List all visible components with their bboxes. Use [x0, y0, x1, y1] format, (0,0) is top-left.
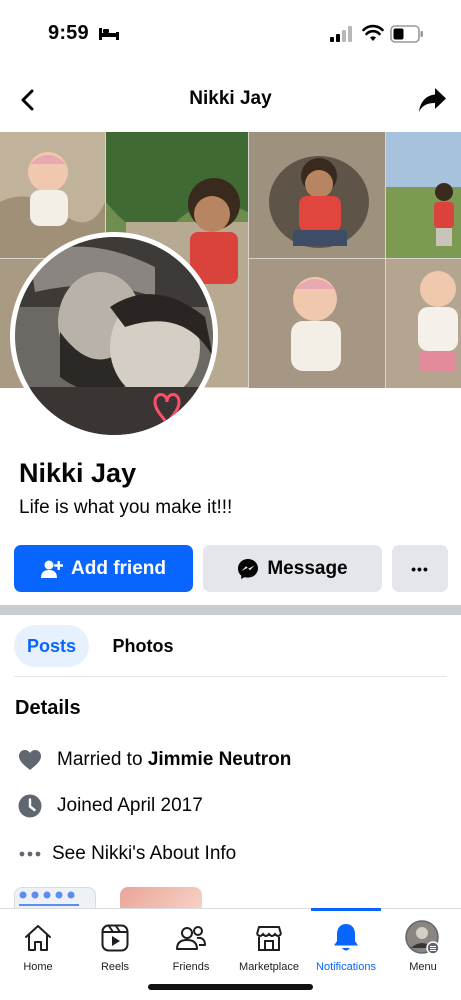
- bell-icon: [334, 924, 358, 951]
- share-icon[interactable]: [418, 86, 448, 114]
- joined-text: Joined April 2017: [57, 795, 203, 816]
- tab-posts[interactable]: Posts: [14, 625, 89, 667]
- heart-icon: [17, 747, 43, 773]
- message-button[interactable]: Message: [203, 545, 382, 592]
- message-label: Message: [267, 557, 348, 579]
- profile-picture[interactable]: [10, 232, 218, 440]
- see-about-info-link[interactable]: See Nikki's About Info: [17, 839, 236, 869]
- tab-notifications[interactable]: Notifications: [311, 909, 381, 977]
- tab-friends-label: Friends: [172, 961, 210, 973]
- marketplace-icon: [256, 926, 282, 951]
- profile-header-bar: Nikki Jay: [0, 76, 461, 124]
- home-indicator: [148, 984, 313, 990]
- tab-photos-label: Photos: [112, 635, 174, 656]
- cellular-signal-icon: [330, 26, 352, 42]
- wifi-icon: [362, 24, 384, 41]
- profile-bio: Life is what you make it!!!: [19, 497, 233, 518]
- detail-joined: Joined April 2017: [17, 791, 203, 821]
- details-heading: Details: [15, 697, 81, 719]
- header-title: Nikki Jay: [189, 88, 272, 109]
- home-icon: [25, 925, 51, 951]
- cover-tile-boy-field: [386, 132, 461, 258]
- more-options-icon: •••: [411, 560, 429, 577]
- tab-reels[interactable]: Reels: [85, 909, 145, 977]
- battery-icon: [390, 25, 423, 43]
- tab-posts-label: Posts: [26, 635, 77, 656]
- tab-marketplace-label: Marketplace: [239, 961, 299, 973]
- tab-photos[interactable]: Photos: [100, 625, 186, 667]
- tab-menu-label: Menu: [409, 961, 437, 973]
- add-friend-label: Add friend: [71, 557, 166, 579]
- add-friend-button[interactable]: Add friend: [14, 545, 193, 592]
- married-partner-name[interactable]: Jimmie Neutron: [148, 749, 292, 771]
- tab-home-label: Home: [23, 961, 53, 973]
- friends-icon: [176, 926, 206, 950]
- tab-reels-label: Reels: [100, 961, 130, 973]
- tab-notifications-label: Notifications: [316, 961, 376, 973]
- section-divider: [0, 605, 461, 615]
- clock-icon: [17, 793, 43, 819]
- tab-menu[interactable]: Menu: [398, 909, 448, 977]
- reels-icon: [101, 924, 129, 952]
- tabs-divider: [14, 676, 447, 677]
- cover-tile-boy-cave: [249, 132, 385, 258]
- tab-home[interactable]: Home: [8, 909, 68, 977]
- about-info-label: See Nikki's About Info: [52, 843, 237, 864]
- messenger-icon: [238, 558, 259, 579]
- married-prefix: Married to: [57, 749, 148, 770]
- add-friend-icon: [41, 560, 63, 578]
- status-bar: 9:59: [0, 0, 461, 68]
- status-time: 9:59: [48, 22, 89, 44]
- cover-tile-baby-smile: [249, 259, 385, 388]
- avatar-menu-icon: [405, 920, 440, 955]
- detail-relationship[interactable]: Married to Jimmie Neutron: [17, 745, 291, 775]
- ellipsis-icon: [17, 841, 43, 867]
- sleep-focus-icon: [99, 28, 119, 40]
- profile-name: Nikki Jay: [19, 458, 137, 488]
- more-options-button[interactable]: •••: [392, 545, 448, 592]
- cover-tile-baby-pink: [386, 259, 461, 388]
- tab-friends[interactable]: Friends: [160, 909, 222, 977]
- tab-marketplace[interactable]: Marketplace: [234, 909, 304, 977]
